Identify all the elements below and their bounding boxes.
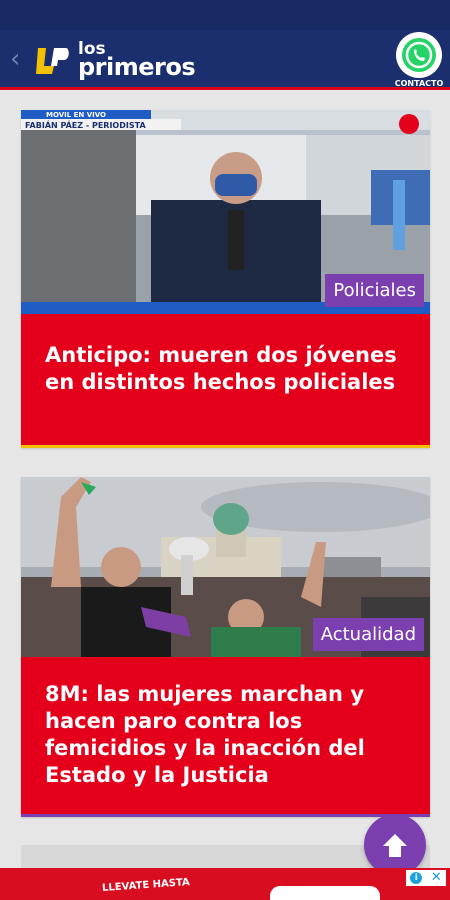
scroll-to-top-button[interactable] xyxy=(364,814,426,876)
category-tag[interactable]: Actualidad xyxy=(312,618,424,651)
ad-text: LLEVATE HASTA xyxy=(101,876,191,895)
close-icon[interactable]: ✕ xyxy=(431,871,442,884)
category-tag[interactable]: Policiales xyxy=(325,274,424,307)
status-bar xyxy=(0,0,450,30)
article-card[interactable]: MOVIL EN VIVO FABIÁN PÁEZ - PERIODISTA P… xyxy=(21,110,430,448)
ad-banner[interactable]: LLEVATE HASTA i ✕ xyxy=(0,868,450,900)
ad-graphic xyxy=(270,886,380,900)
article-title-block[interactable]: 8M: las mujeres marchan y hacen paro con… xyxy=(21,657,430,814)
app-header: ‹ los primeros CONTACTO xyxy=(0,30,450,90)
article-title-block[interactable]: Anticipo: mueren dos jóvenes en distinto… xyxy=(21,314,430,445)
whatsapp-icon xyxy=(396,32,442,78)
article-title[interactable]: Anticipo: mueren dos jóvenes en distinto… xyxy=(45,342,406,396)
logo-text: los primeros xyxy=(78,40,196,81)
logo-mark-icon xyxy=(36,48,69,74)
ad-controls: i ✕ xyxy=(406,870,446,886)
article-title[interactable]: 8M: las mujeres marchan y hacen paro con… xyxy=(45,681,406,789)
contact-label: CONTACTO xyxy=(394,79,444,88)
logo[interactable]: los primeros xyxy=(34,39,196,81)
image-caption-1: MOVIL EN VIVO xyxy=(46,111,106,119)
image-caption-2: FABIÁN PÁEZ - PERIODISTA xyxy=(25,119,146,130)
chevron-left-icon[interactable]: ‹ xyxy=(10,44,26,74)
contact-button[interactable]: CONTACTO xyxy=(394,32,444,90)
arrow-up-icon xyxy=(383,834,407,857)
article-card[interactable]: Actualidad 8M: las mujeres marchan y hac… xyxy=(21,477,430,817)
info-icon[interactable]: i xyxy=(410,872,423,884)
logo-line2: primeros xyxy=(78,52,196,81)
